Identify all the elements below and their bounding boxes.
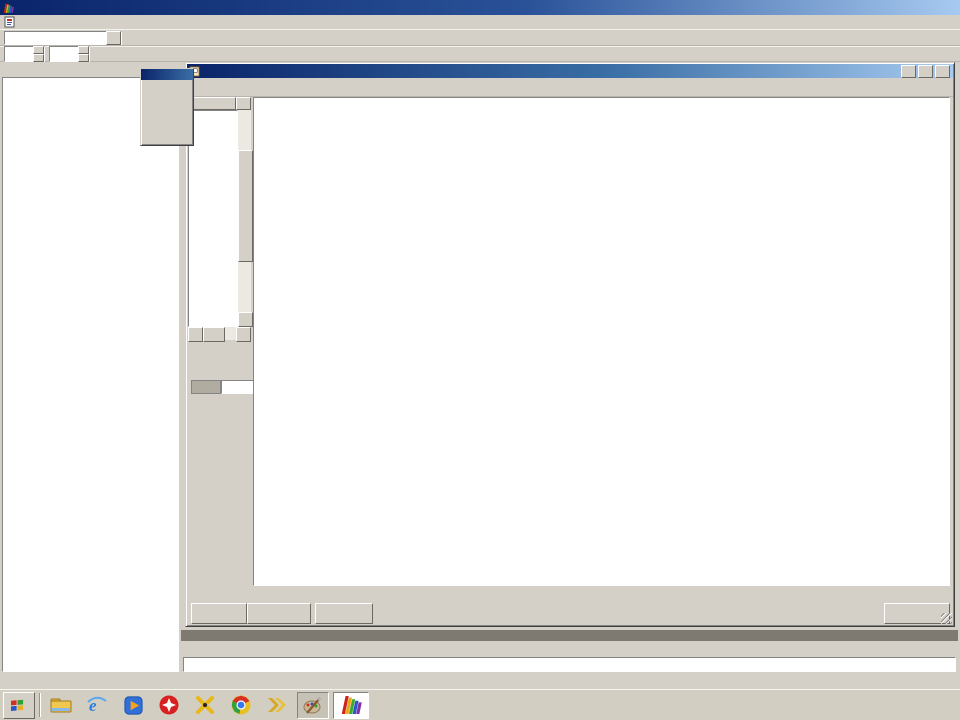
tools-app-icon[interactable] — [189, 692, 221, 719]
scroll-left-icon[interactable] — [188, 327, 203, 342]
toolbar-main — [0, 29, 960, 46]
combobox-dropdown-icon[interactable] — [106, 31, 121, 45]
spinner-up-icon[interactable] — [33, 46, 44, 54]
property-row — [191, 380, 254, 394]
maximize-button[interactable] — [918, 65, 933, 78]
close-button[interactable] — [935, 65, 950, 78]
gallery-titlebar[interactable] — [187, 64, 953, 78]
start-button[interactable] — [3, 692, 35, 719]
scrollbar-thumb[interactable] — [203, 327, 225, 342]
scroll-right-icon[interactable] — [236, 327, 251, 342]
sort-ascending-icon[interactable] — [236, 97, 251, 110]
app-icon — [3, 2, 15, 14]
drawing-canvas[interactable] — [253, 97, 950, 586]
scroll-down-icon[interactable] — [238, 312, 253, 327]
scale-spinner[interactable] — [49, 46, 90, 62]
windows-logo-icon — [10, 699, 25, 712]
statusbar — [0, 674, 960, 689]
cad-drawing — [254, 98, 949, 585]
window-titlebar — [0, 0, 960, 15]
chrome-icon[interactable] — [225, 692, 257, 719]
project-combobox[interactable] — [4, 31, 122, 45]
media-player-icon[interactable] — [117, 692, 149, 719]
red-app-icon[interactable] — [153, 692, 185, 719]
ansicht-palette — [140, 68, 194, 146]
number-spinner[interactable] — [4, 46, 45, 62]
property-name-value[interactable] — [221, 380, 254, 394]
menubar — [0, 15, 960, 30]
menu-tree — [2, 77, 179, 672]
pointer-icon[interactable] — [183, 642, 198, 655]
spinner-down-icon[interactable] — [78, 54, 89, 62]
gallery-toolbar — [187, 79, 953, 97]
plot-list-panel — [188, 97, 251, 340]
edit-button[interactable] — [247, 603, 311, 624]
resize-grip[interactable] — [941, 613, 952, 624]
toolbar-secondary — [0, 46, 960, 62]
scia-engineer-app: e — [0, 0, 960, 720]
befehlszeile-titlebar[interactable] — [181, 630, 958, 641]
property-name-label — [191, 380, 221, 394]
scia-engineer-taskbar-icon[interactable] — [333, 692, 369, 719]
mdi-child-icon[interactable] — [4, 16, 17, 28]
new-button[interactable] — [191, 603, 247, 624]
paint-palette-icon[interactable] — [297, 692, 329, 719]
taskbar: e — [0, 689, 960, 720]
spinner-up-icon[interactable] — [78, 46, 89, 54]
plot-list — [188, 110, 238, 327]
scrollbar-thumb[interactable] — [238, 150, 253, 262]
taskbar-separator — [39, 693, 41, 717]
menubaum-panel — [0, 62, 181, 674]
snap-toolbar — [181, 641, 958, 656]
spinner-down-icon[interactable] — [33, 54, 44, 62]
zeichnungsgalerie-window — [185, 62, 955, 627]
befehlszeile-panel — [181, 630, 958, 674]
horizontal-scrollbar[interactable] — [188, 327, 251, 340]
gold-arrows-icon[interactable] — [261, 692, 293, 719]
vertical-scrollbar[interactable] — [238, 110, 251, 327]
command-input[interactable] — [183, 657, 956, 672]
explorer-folder-icon[interactable] — [45, 692, 77, 719]
list-header-name[interactable] — [188, 97, 236, 110]
minimize-button[interactable] — [901, 65, 916, 78]
delete-button[interactable] — [315, 603, 373, 624]
ansicht-palette-titlebar[interactable] — [141, 69, 193, 80]
internet-explorer-icon[interactable]: e — [81, 692, 113, 719]
